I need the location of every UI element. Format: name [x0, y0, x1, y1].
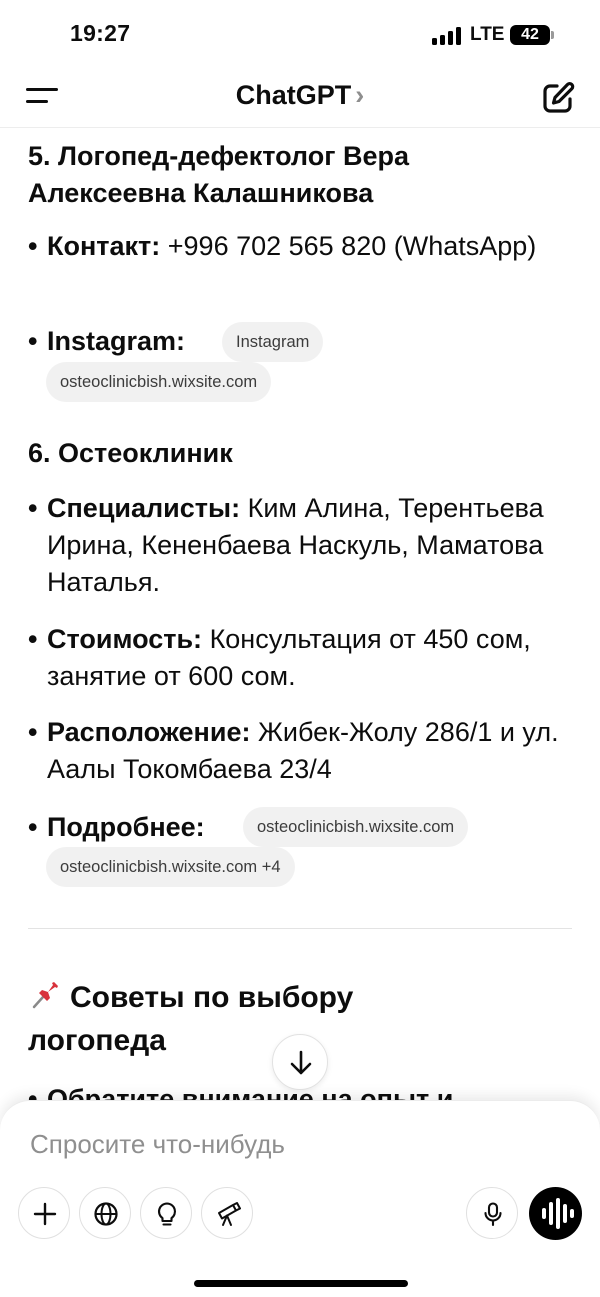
chat-content[interactable]: 5. Логопед-дефектолог Вера Алексеевна Ка… [0, 128, 600, 1100]
status-time: 19:27 [70, 20, 131, 46]
bullet-label: Стоимость: [47, 624, 203, 654]
bullet-label: Расположение: [47, 717, 251, 747]
source-chip[interactable]: Instagram [222, 322, 324, 362]
source-chip[interactable]: osteoclinicbish.wixsite.com [243, 807, 469, 847]
composer: Спросите что-нибудь [0, 1100, 600, 1297]
list-item: • Стоимость: Консультация от 450 сом, за… [28, 624, 531, 691]
section-heading: Советы по выбору логопеда [28, 976, 448, 1062]
lightbulb-icon [158, 1202, 176, 1226]
arrow-down-icon [290, 1050, 312, 1075]
source-chip[interactable]: osteoclinicbish.wixsite.com [46, 362, 272, 402]
battery-tip [551, 31, 554, 39]
bullet-label: Подробнее: [47, 812, 205, 842]
new-chat-icon[interactable] [538, 78, 578, 118]
dictate-button[interactable] [466, 1187, 518, 1239]
microphone-icon [484, 1202, 502, 1227]
model-selector[interactable]: ChatGPT › [0, 80, 600, 111]
pushpin-icon [32, 982, 58, 1009]
battery-icon: 42 [510, 25, 550, 45]
voice-mode-button[interactable] [529, 1187, 582, 1240]
app-header: ChatGPT › [0, 70, 600, 128]
bullet-label: Обратите внимание на опыт и [47, 1084, 454, 1100]
bullet-label: Контакт: [47, 231, 161, 261]
reason-button[interactable] [140, 1187, 192, 1239]
telescope-icon [218, 1202, 241, 1226]
deep-research-button[interactable] [201, 1187, 253, 1239]
web-search-button[interactable] [79, 1187, 131, 1239]
section-heading: 6. Остеоклиник [28, 438, 233, 468]
chevron-right-icon: › [355, 80, 365, 110]
plus-button[interactable] [18, 1187, 70, 1239]
globe-icon [94, 1202, 118, 1226]
network-type: LTE [470, 24, 505, 45]
section-heading: 5. Логопед-дефектолог Вера Алексеевна Ка… [28, 141, 409, 208]
bullet-text: +996 702 565 820 (WhatsApp) [167, 231, 537, 261]
bullet-label: Специалисты: [47, 493, 241, 523]
source-chip[interactable]: osteoclinicbish.wixsite.com +4 [46, 847, 295, 887]
message-input[interactable]: Спросите что-нибудь [30, 1129, 285, 1160]
voice-mode-icon [542, 1208, 546, 1219]
home-indicator [194, 1280, 408, 1287]
page-title: ChatGPT [235, 80, 352, 110]
scroll-to-bottom-button[interactable] [272, 1034, 328, 1090]
status-bar: 19:27 LTE 42 [0, 0, 600, 70]
battery-level: 42 [521, 26, 539, 43]
plus-icon [33, 1202, 57, 1226]
list-item: • Специалисты: Ким Алина, Терентьева Ири… [28, 493, 544, 597]
list-item: • Контакт: +996 702 565 820 (WhatsApp) [28, 231, 537, 261]
list-item: • Расположение: Жибек-Жолу 286/1 и ул. А… [28, 717, 559, 784]
cellular-signal-icon [432, 27, 462, 45]
divider [28, 928, 572, 929]
bullet-label: Instagram: [47, 326, 186, 356]
